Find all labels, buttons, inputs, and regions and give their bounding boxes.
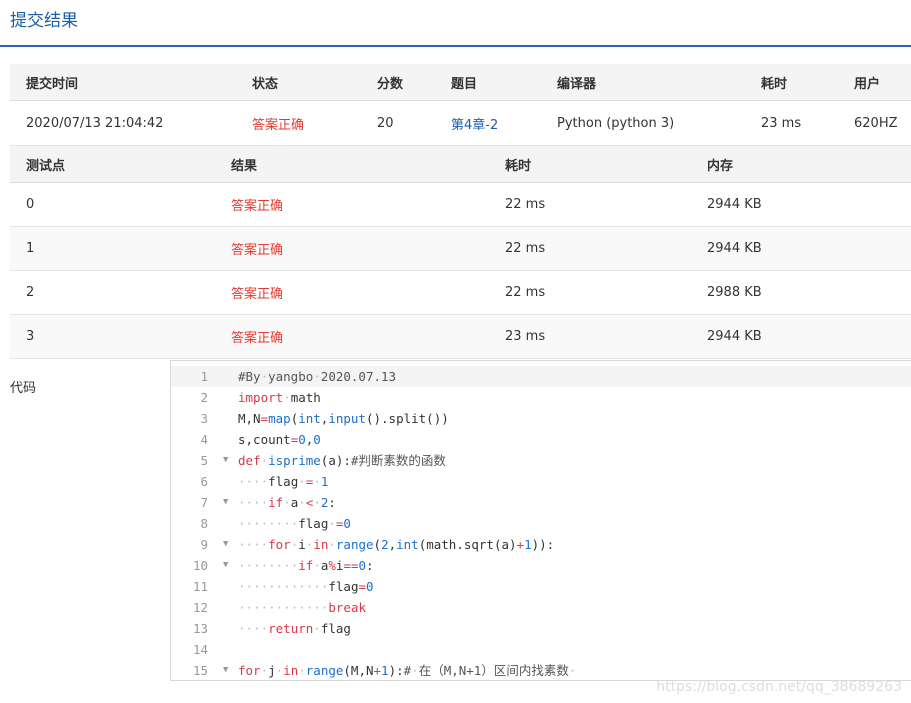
line-number: 10: [192, 558, 208, 573]
header-test-point: 测试点: [26, 158, 66, 174]
code-line: 1 #By·yangbo·2020.07.13: [171, 366, 911, 387]
code-line: 13 ····return·flag: [171, 618, 911, 639]
code-text: ····if·a·<·2:: [238, 495, 336, 510]
header-status: 状态: [252, 76, 279, 92]
code-line: 4 s,count=0,0: [171, 429, 911, 450]
line-number: 4: [200, 432, 208, 447]
test-id: 2: [26, 285, 35, 300]
code-line: 5 ▼ def·isprime(a):#判断素数的函数: [171, 450, 911, 471]
code-line: 9 ▼ ····for·i·in·range(2,int(math.sqrt(a)+…: [171, 534, 911, 555]
code-viewer[interactable]: 1 #By·yangbo·2020.07.13 2 import·math 3 M,N=m…: [170, 360, 911, 681]
line-number: 1: [200, 369, 208, 384]
header-elapsed: 耗时: [761, 76, 788, 92]
code-text: ········if·a%i==0:: [238, 558, 374, 573]
test-memory: 2944 KB: [707, 329, 762, 344]
code-text: ····flag·=·1: [238, 474, 329, 489]
line-number: 13: [192, 621, 208, 636]
test-result: 答案正确: [231, 199, 284, 214]
line-number: 6: [200, 474, 208, 489]
header-compiler: 编译器: [557, 76, 597, 92]
status-badge: 答案正确: [252, 117, 305, 133]
elapsed-time: 23 ms: [761, 115, 802, 131]
line-number: 15: [192, 663, 208, 678]
line-number: 9: [200, 537, 208, 552]
test-time: 22 ms: [505, 197, 546, 212]
header-memory: 内存: [707, 158, 734, 174]
line-number: 5: [200, 453, 208, 468]
test-points-table: 测试点 结果 耗时 内存 0 答案正确 22 ms 2944 KB 1 答案正确…: [10, 146, 911, 359]
code-label: 代码: [10, 381, 37, 396]
test-row: 0 答案正确 22 ms 2944 KB: [10, 183, 911, 227]
code-text: ····return·flag: [238, 621, 351, 636]
header-submit-time: 提交时间: [26, 76, 79, 92]
header-score: 分数: [377, 76, 404, 92]
code-line: 11 ············flag=0: [171, 576, 911, 597]
test-result: 答案正确: [231, 287, 284, 302]
fold-toggle-icon[interactable]: ▼: [223, 534, 235, 555]
fold-toggle-icon[interactable]: ▼: [223, 492, 235, 513]
user-link[interactable]: 620HZ: [854, 101, 898, 145]
test-row: 2 答案正确 22 ms 2988 KB: [10, 271, 911, 315]
code-text: ············break: [238, 600, 367, 615]
code-line: 10 ▼ ········if·a%i==0:: [171, 555, 911, 576]
code-text: s,count=0,0: [238, 432, 321, 447]
code-line: 14: [171, 639, 911, 660]
header-user: 用户: [854, 76, 881, 92]
test-row: 1 答案正确 22 ms 2944 KB: [10, 227, 911, 271]
watermark: https://blog.csdn.net/qq_38689263: [656, 679, 902, 695]
test-result: 答案正确: [231, 243, 284, 258]
code-text: def·isprime(a):#判断素数的函数: [238, 453, 446, 468]
test-id: 3: [26, 329, 35, 344]
summary-row: 2020/07/13 21:04:42 答案正确 20 第4章-2 Python…: [10, 101, 911, 146]
header-problem: 题目: [451, 76, 478, 92]
submit-time: 2020/07/13 21:04:42: [26, 115, 164, 131]
line-number: 11: [192, 579, 208, 594]
test-result: 答案正确: [231, 331, 284, 346]
line-number: 7: [200, 495, 208, 510]
title-divider: [0, 45, 911, 47]
test-time: 22 ms: [505, 285, 546, 300]
header-result: 结果: [231, 158, 258, 174]
code-line: 7 ▼ ····if·a·<·2:: [171, 492, 911, 513]
test-time: 22 ms: [505, 241, 546, 256]
code-line: 6 ····flag·=·1: [171, 471, 911, 492]
fold-toggle-icon[interactable]: ▼: [223, 450, 235, 471]
code-line: 8 ········flag·=0: [171, 513, 911, 534]
line-number: 8: [200, 516, 208, 531]
tests-header-row: 测试点 结果 耗时 内存: [10, 146, 911, 183]
code-text: M,N=map(int,input().split()): [238, 411, 449, 426]
code-text: ····for·i·in·range(2,int(math.sqrt(a)+1)…: [238, 537, 555, 552]
line-number: 3: [200, 411, 208, 426]
summary-header-row: 提交时间 状态 分数 题目 编译器 耗时 用户: [10, 64, 911, 101]
test-time: 23 ms: [505, 329, 546, 344]
line-number: 14: [192, 642, 208, 657]
header-time: 耗时: [505, 158, 532, 174]
line-number: 2: [200, 390, 208, 405]
test-memory: 2944 KB: [707, 197, 762, 212]
code-line: 3 M,N=map(int,input().split()): [171, 408, 911, 429]
code-line: 12 ············break: [171, 597, 911, 618]
test-memory: 2944 KB: [707, 241, 762, 256]
code-text: ············flag=0: [238, 579, 374, 594]
problem-link[interactable]: 第4章-2: [451, 101, 498, 145]
code-text: for·j·in·range(M,N+1):#·在（M,N+1）区间内找素数·: [238, 663, 577, 678]
compiler: Python (python 3): [557, 115, 675, 131]
code-text: import·math: [238, 390, 321, 405]
test-memory: 2988 KB: [707, 285, 762, 300]
code-text: ········flag·=0: [238, 516, 351, 531]
code-line: 2 import·math: [171, 387, 911, 408]
submission-summary-table: 提交时间 状态 分数 题目 编译器 耗时 用户 2020/07/13 21:04…: [10, 64, 911, 146]
test-id: 1: [26, 241, 35, 256]
code-text: #By·yangbo·2020.07.13: [238, 369, 397, 384]
code-line: 15 ▼ for·j·in·range(M,N+1):#·在（M,N+1）区间内找素…: [171, 660, 911, 680]
line-number: 12: [192, 600, 208, 615]
fold-toggle-icon[interactable]: ▼: [223, 660, 235, 680]
fold-toggle-icon[interactable]: ▼: [223, 555, 235, 576]
page-title: 提交结果: [10, 11, 78, 31]
test-row: 3 答案正确 23 ms 2944 KB: [10, 315, 911, 359]
test-id: 0: [26, 197, 35, 212]
score: 20: [377, 115, 394, 131]
